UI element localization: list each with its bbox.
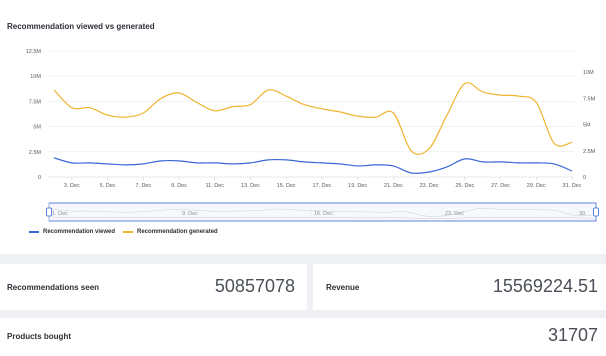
x-tick-label: 5. Dec bbox=[100, 183, 116, 189]
metric-card-products-bought: Products bought 31707 bbox=[0, 318, 606, 356]
y-left-tick-label: 5M bbox=[33, 125, 41, 131]
navigator-right-handle[interactable] bbox=[593, 207, 599, 217]
navigator-label: 30. bbox=[579, 211, 587, 217]
metric-card-recommendations-seen: Recommendations seen 50857078 bbox=[0, 264, 307, 310]
x-tick-label: 7. Dec bbox=[135, 183, 151, 189]
x-tick-label: 25. Dec bbox=[455, 183, 474, 189]
x-tick-label: 19. Dec bbox=[348, 183, 367, 189]
x-tick-label: 11. Dec bbox=[205, 183, 224, 189]
x-tick-label: 17. Dec bbox=[312, 183, 331, 189]
metric-label-revenue: Revenue bbox=[326, 283, 360, 292]
legend-swatch-generated bbox=[123, 231, 134, 233]
x-tick-label: 21. Dec bbox=[384, 183, 403, 189]
navigator-left-handle[interactable] bbox=[46, 207, 52, 217]
legend-swatch-viewed bbox=[29, 231, 39, 233]
y-right-tick-label: 0 bbox=[583, 175, 586, 181]
x-tick-label: 13. Dec bbox=[241, 183, 260, 189]
y-right-tick-label: 5M bbox=[583, 123, 591, 129]
navigator-label: 16. Dec bbox=[314, 211, 333, 217]
y-left-tick-label: 2.5M bbox=[29, 150, 42, 156]
legend-label-viewed: Recommendation viewed bbox=[43, 229, 116, 235]
legend-item-generated[interactable]: Recommendation generated bbox=[123, 229, 218, 235]
metric-value-products-bought: 31707 bbox=[547, 325, 598, 345]
y-left-tick-label: 12.5M bbox=[26, 49, 42, 55]
navigator-label: 23. Dec bbox=[445, 211, 464, 217]
x-tick-label: 15. Dec bbox=[277, 183, 296, 189]
navigator-label: 1. Dec bbox=[52, 211, 68, 217]
y-right-tick-label: 10M bbox=[583, 70, 594, 76]
y-left-tick-label: 10M bbox=[30, 74, 41, 80]
metric-label-products-bought: Products bought bbox=[7, 332, 71, 341]
chart-card: Recommendation viewed vs generated 0 2.5M… bbox=[0, 0, 606, 254]
y-right-tick-label: 2.5M bbox=[583, 149, 596, 155]
y-right-tick-label: 7.5M bbox=[583, 96, 596, 102]
navigator-label: 9. Dec bbox=[182, 211, 198, 217]
metric-value-revenue: 15569224.51 bbox=[492, 276, 598, 296]
x-tick-label: 31. Dec bbox=[563, 183, 582, 189]
y-left-tick-label: 0 bbox=[38, 175, 41, 181]
x-tick-label: 27. Dec bbox=[491, 183, 510, 189]
y-left-tick-label: 7.5M bbox=[29, 99, 42, 105]
series-line-generated bbox=[53, 82, 573, 155]
legend-label-generated: Recommendation generated bbox=[137, 229, 218, 235]
metric-label-recommendations-seen: Recommendations seen bbox=[7, 283, 100, 292]
x-tick-label: 9. Dec bbox=[171, 183, 187, 189]
legend-item-viewed[interactable]: Recommendation viewed bbox=[29, 229, 115, 235]
x-tick-label: 29. Dec bbox=[527, 183, 546, 189]
series-line-viewed bbox=[53, 157, 573, 175]
chart-legend: Recommendation viewed Recommendation gen… bbox=[29, 229, 226, 235]
metric-card-revenue: Revenue 15569224.51 bbox=[313, 264, 606, 310]
x-tick-label: 3. Dec bbox=[64, 183, 80, 189]
x-tick-label: 23. Dec bbox=[420, 183, 439, 189]
line-chart[interactable]: 0 2.5M 5M 7.5M 10M 12.5M 0 2.5M 5M 7.5M 10M 3. Dec 5… bbox=[0, 0, 606, 254]
metric-value-recommendations-seen: 50857078 bbox=[214, 276, 295, 296]
